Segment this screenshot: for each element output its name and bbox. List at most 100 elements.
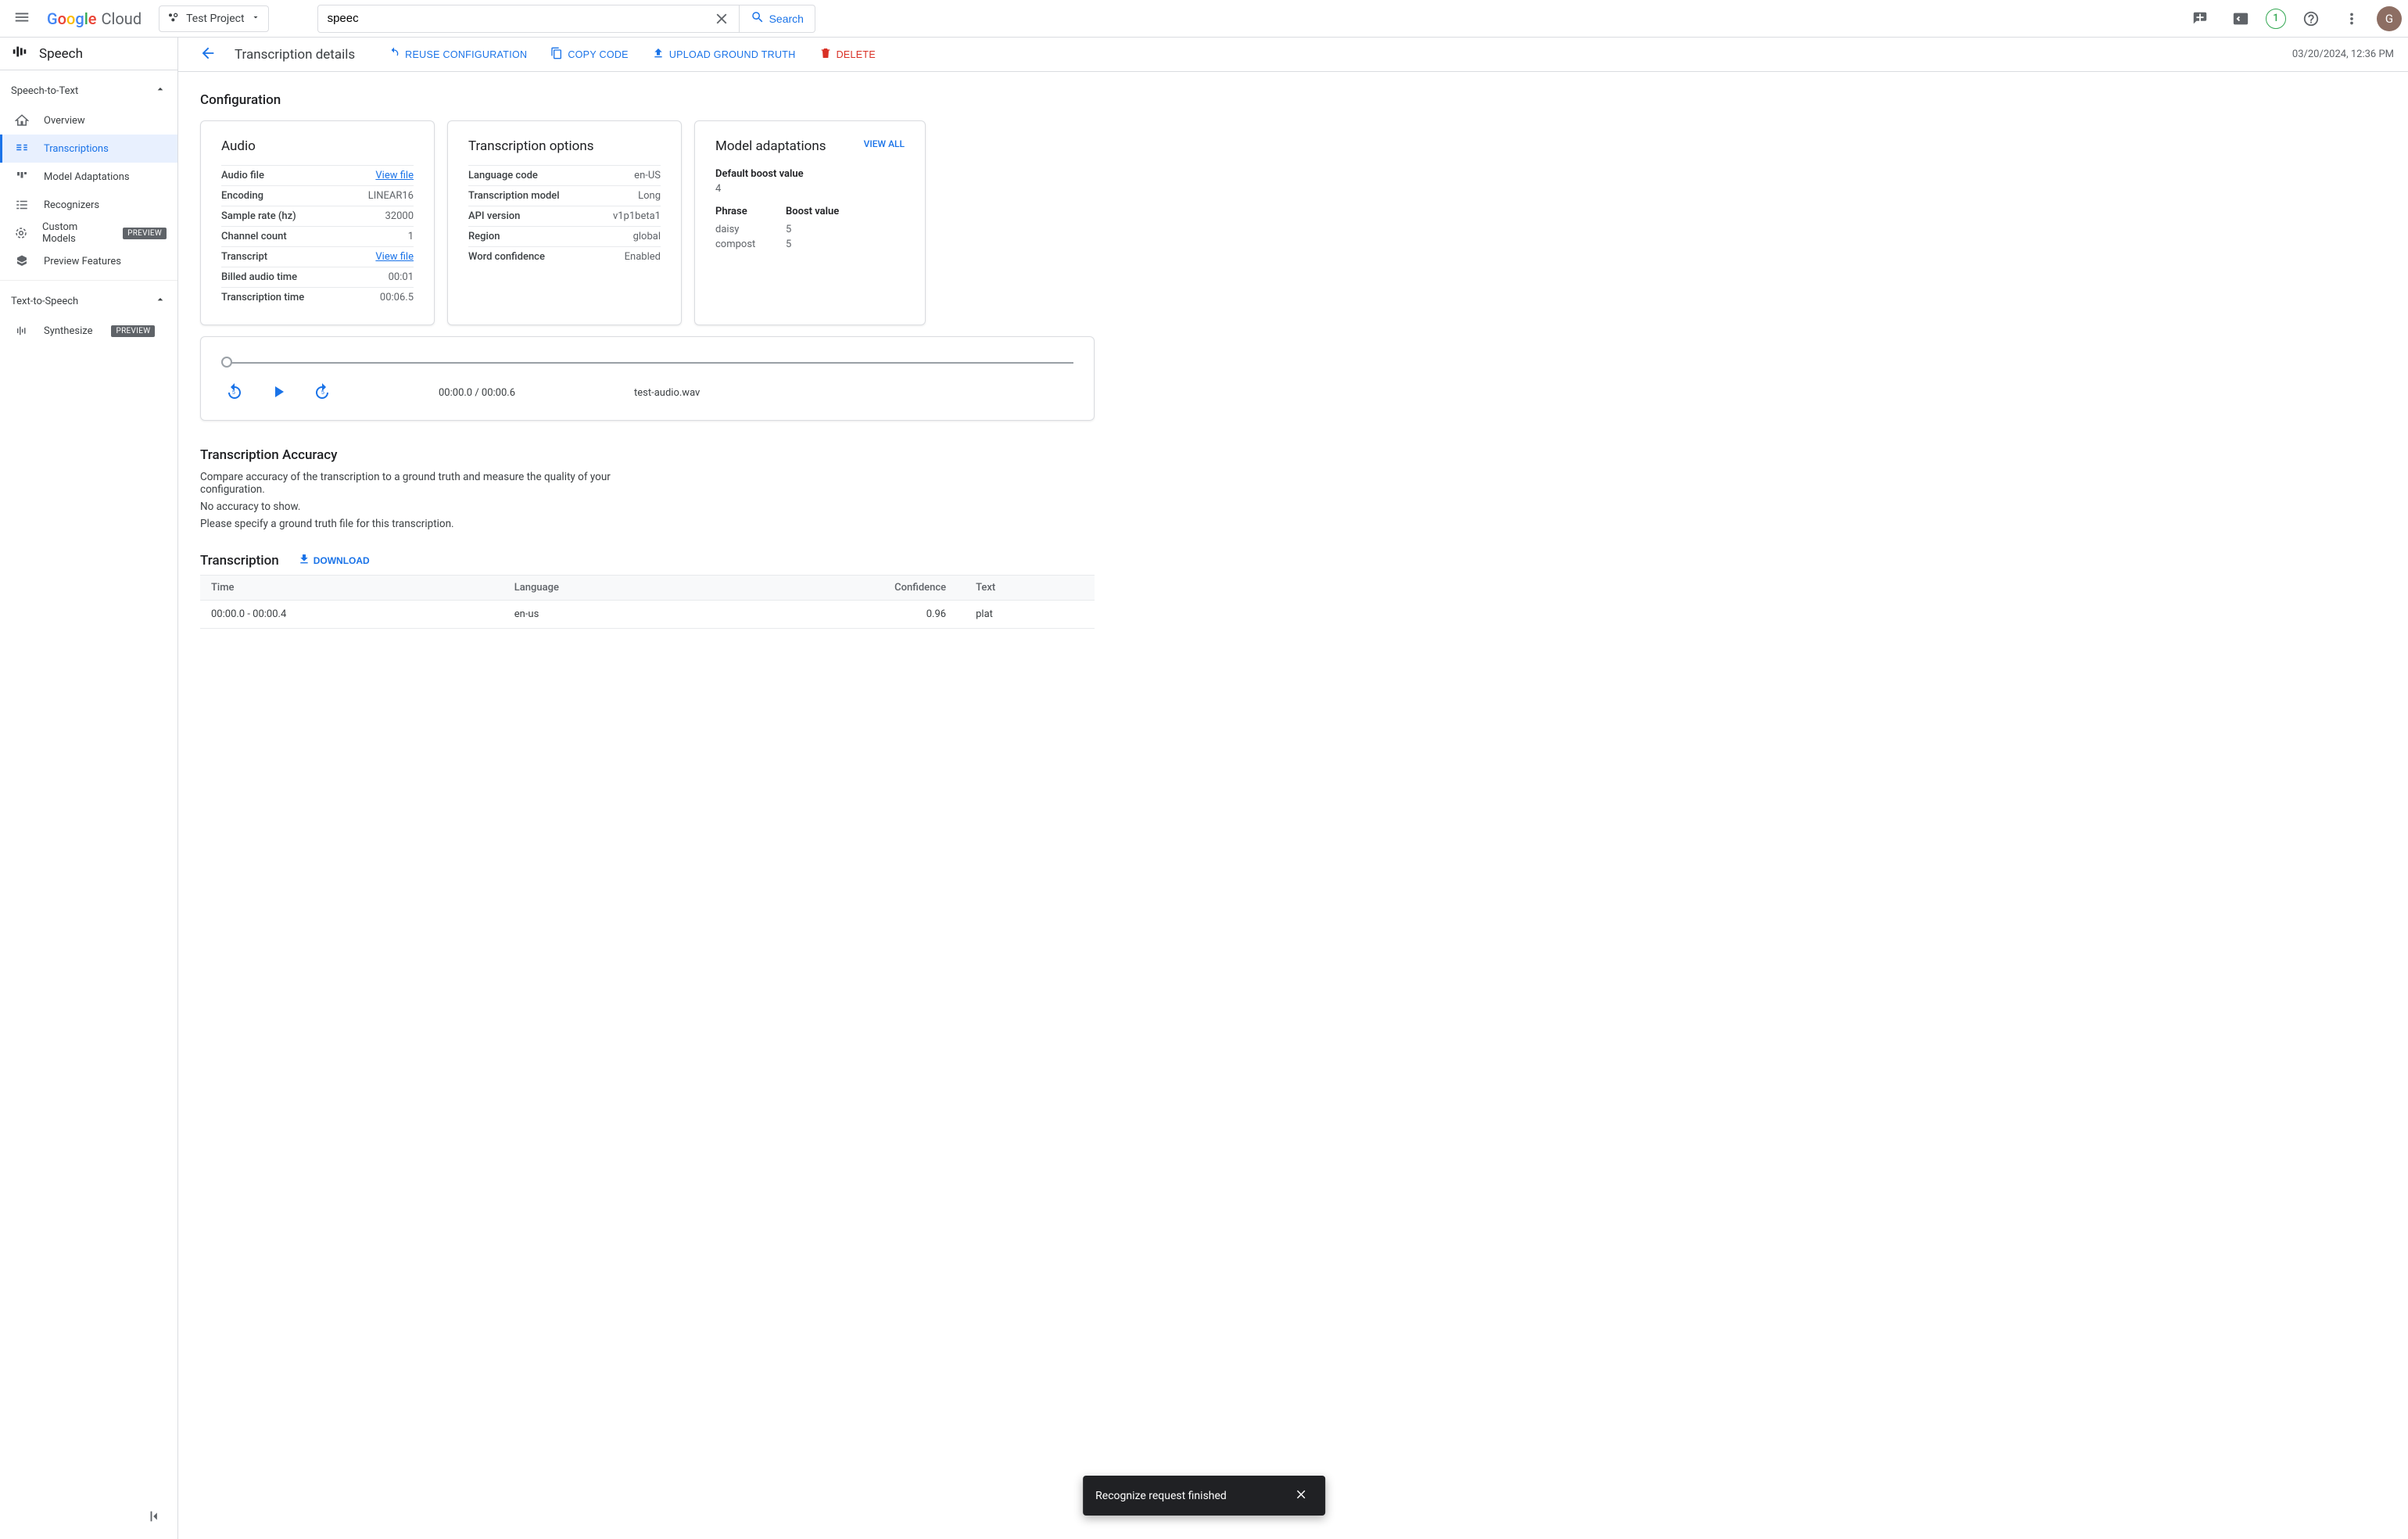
more-vert-icon[interactable] — [2336, 3, 2367, 34]
kv-value: en-US — [634, 170, 661, 181]
page-timestamp: 03/20/2024, 12:36 PM — [2292, 48, 2394, 60]
help-icon[interactable] — [2295, 3, 2327, 34]
accuracy-description: Compare accuracy of the transcription to… — [200, 471, 638, 496]
chevron-up-icon — [154, 293, 167, 309]
upload-icon — [652, 47, 665, 62]
avatar-letter: G — [2385, 12, 2393, 26]
back-button[interactable] — [192, 39, 224, 70]
search-box[interactable] — [317, 5, 740, 33]
reuse-configuration-button[interactable]: REUSE CONFIGURATION — [382, 42, 533, 66]
col-boost: Boost value — [786, 206, 839, 217]
boost-cell: 5 — [786, 224, 791, 235]
transcription-header: Transcription DOWNLOAD — [200, 552, 1095, 569]
kv-row: Regionglobal — [468, 226, 661, 246]
kv-row: Sample rate (hz)32000 — [221, 206, 414, 226]
forward-5-button[interactable]: 5 — [309, 379, 335, 406]
replay-5-button[interactable]: 5 — [221, 379, 248, 406]
sidebar-item-preview-features[interactable]: Preview Features — [0, 247, 177, 275]
cell-lang: en-us — [503, 601, 711, 629]
player-filename: test-audio.wav — [634, 387, 700, 399]
sidebar-item-custom-models[interactable]: Custom Models PREVIEW — [0, 219, 177, 247]
kv-value: LINEAR16 — [368, 190, 414, 202]
sidebar-item-label: Synthesize — [44, 325, 92, 337]
default-boost-label: Default boost value — [715, 168, 905, 180]
copy-label: COPY CODE — [568, 49, 629, 60]
player-time: 00:00.0 / 00:00.6 — [439, 387, 515, 399]
project-icon — [167, 11, 180, 27]
default-boost-value: 4 — [715, 183, 905, 195]
view-file-link[interactable]: View file — [375, 170, 414, 181]
kv-row: EncodingLINEAR16 — [221, 185, 414, 206]
preview-chip: PREVIEW — [123, 228, 167, 239]
trash-icon — [819, 47, 832, 62]
view-all-link[interactable]: VIEW ALL — [864, 138, 905, 149]
play-button[interactable] — [265, 379, 292, 406]
toast-message: Recognize request finished — [1095, 1490, 1227, 1502]
copy-code-button[interactable]: COPY CODE — [544, 42, 635, 66]
sidebar-group-stt: Speech-to-Text Overview Transcriptions M… — [0, 70, 177, 281]
audio-card: Audio Audio fileView fileEncodingLINEAR1… — [200, 120, 435, 325]
sidebar-group-stt-header[interactable]: Speech-to-Text — [0, 75, 177, 106]
view-file-link[interactable]: View file — [375, 251, 414, 263]
kv-value: Enabled — [625, 251, 661, 263]
home-icon — [14, 113, 30, 127]
transcription-heading: Transcription — [200, 553, 279, 569]
kv-row: Billed audio time00:01 — [221, 267, 414, 287]
adapt-row: daisy5 — [715, 222, 905, 237]
sidebar-item-model-adaptations[interactable]: Model Adaptations — [0, 163, 177, 191]
kv-key: Audio file — [221, 170, 264, 181]
transcriptions-icon — [14, 142, 30, 156]
sidebar-item-label: Model Adaptations — [44, 171, 130, 183]
kv-key: Word confidence — [468, 251, 545, 263]
free-trial-badge[interactable]: 1 — [2266, 9, 2286, 29]
search-input[interactable] — [326, 11, 712, 26]
upload-ground-truth-button[interactable]: UPLOAD GROUND TRUTH — [646, 42, 802, 66]
cell-conf: 0.96 — [711, 601, 965, 629]
toast-snackbar: Recognize request finished — [1083, 1476, 1325, 1516]
accuracy-section: Transcription Accuracy Compare accuracy … — [200, 447, 1095, 530]
reuse-icon — [388, 47, 400, 62]
sidebar-group-tts: Text-to-Speech Synthesize PREVIEW — [0, 281, 177, 350]
sidebar-group-tts-header[interactable]: Text-to-Speech — [0, 285, 177, 317]
col-time: Time — [200, 576, 503, 601]
cloud-shell-icon[interactable] — [2225, 3, 2256, 34]
delete-button[interactable]: DELETE — [813, 42, 882, 66]
kv-row: Transcription time00:06.5 — [221, 287, 414, 307]
sidebar-collapse-button[interactable] — [140, 1501, 171, 1533]
kv-row: Channel count1 — [221, 226, 414, 246]
options-card: Transcription options Language codeen-US… — [447, 120, 682, 325]
kv-row: Audio file View file — [221, 165, 414, 185]
reuse-label: REUSE CONFIGURATION — [405, 49, 527, 60]
sidebar-item-label: Preview Features — [44, 256, 121, 267]
sidebar-item-overview[interactable]: Overview — [0, 106, 177, 135]
download-button[interactable]: DOWNLOAD — [293, 552, 374, 569]
sidebar-product-header[interactable]: Speech — [0, 38, 177, 70]
sidebar-item-synthesize[interactable]: Synthesize PREVIEW — [0, 317, 177, 345]
search-button[interactable]: Search — [740, 5, 815, 33]
kv-value: Long — [638, 190, 661, 202]
custom-models-icon — [14, 226, 28, 240]
download-icon — [298, 553, 310, 568]
sidebar-group-tts-title: Text-to-Speech — [11, 296, 78, 307]
sidebar-item-transcriptions[interactable]: Transcriptions — [0, 135, 177, 163]
kv-key: Region — [468, 231, 500, 242]
chevron-up-icon — [154, 83, 167, 99]
content: Configuration Audio Audio fileView fileE… — [178, 72, 1116, 723]
seek-thumb[interactable] — [221, 357, 232, 368]
toast-close-button[interactable] — [1289, 1487, 1313, 1505]
project-picker[interactable]: Test Project — [159, 5, 268, 32]
player-seek-track[interactable] — [221, 354, 1073, 370]
preview-icon — [14, 254, 30, 268]
clear-search-icon[interactable] — [712, 9, 731, 28]
project-name-label: Test Project — [186, 13, 244, 25]
account-avatar[interactable]: G — [2377, 6, 2402, 31]
hamburger-menu-button[interactable] — [6, 3, 38, 34]
sidebar-item-recognizers[interactable]: Recognizers — [0, 191, 177, 219]
top-bar: Google Cloud Test Project Search 1 G — [0, 0, 2408, 38]
config-cards: Audio Audio fileView fileEncodingLINEAR1… — [200, 120, 1095, 325]
gcp-logo[interactable]: Google Cloud — [47, 9, 149, 28]
gemini-icon[interactable] — [2184, 3, 2216, 34]
kv-row: API versionv1p1beta1 — [468, 206, 661, 226]
close-icon — [1294, 1492, 1308, 1504]
kv-key: Transcription time — [221, 292, 304, 303]
